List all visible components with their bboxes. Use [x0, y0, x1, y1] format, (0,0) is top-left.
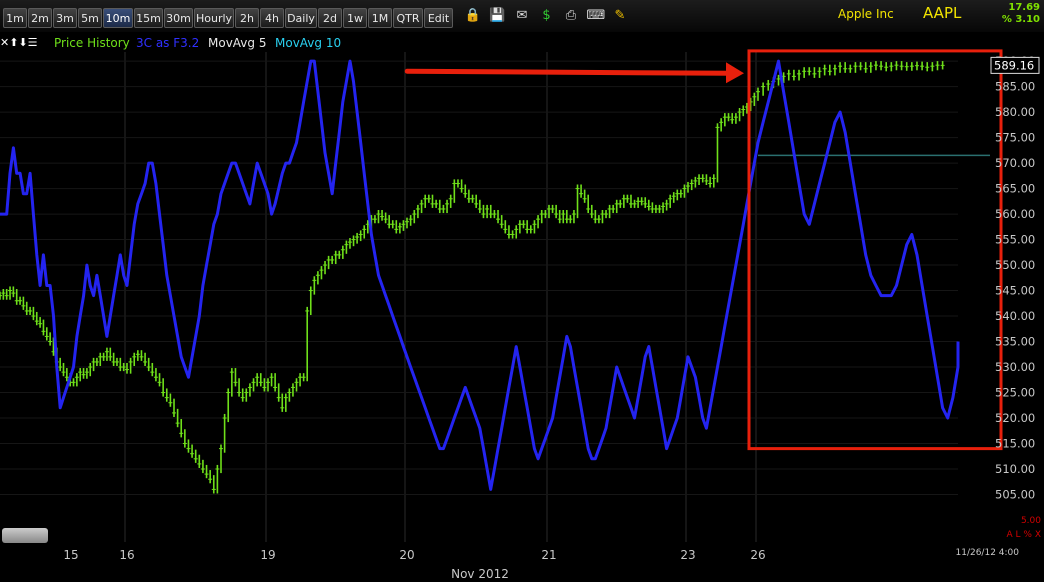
y-tick-label: 515.00: [995, 437, 1035, 451]
y-tick-label: 560.00: [995, 207, 1035, 221]
y-tick-label: 565.00: [995, 182, 1035, 196]
y-tick-label: 550.00: [995, 258, 1035, 272]
y-tick-label: 575.00: [995, 131, 1035, 145]
x-tick-label: 19: [260, 548, 275, 562]
x-tick-label: 15: [63, 548, 78, 562]
y-tick-label: 545.00: [995, 284, 1035, 298]
y-tick-label: 525.00: [995, 386, 1035, 400]
y-tick-label: 530.00: [995, 360, 1035, 374]
x-tick-label: 21: [541, 548, 556, 562]
last-price-label: 589.16: [994, 58, 1034, 72]
y-tick-label: 540.00: [995, 309, 1035, 323]
x-tick-label: 16: [119, 548, 134, 562]
indicator-line: [0, 59, 960, 491]
price-chart: 505.00 510.00 515.00 520.00 525.00 530.00 535.…: [0, 49, 1040, 581]
y-tick-label: 570.00: [995, 156, 1035, 170]
x-tick-label: 26: [750, 548, 765, 562]
annotation-arrow-head: [726, 62, 744, 84]
y-tick-label: 535.00: [995, 335, 1035, 349]
y-tick-label: 505.00: [995, 488, 1035, 502]
y-tick-label: 555.00: [995, 233, 1035, 247]
y-tick-label: 580.00: [995, 105, 1035, 119]
x-tick-label: 20: [399, 548, 414, 562]
y-tick-label: 585.00: [995, 80, 1035, 94]
y-tick-label: 520.00: [995, 411, 1035, 425]
annotation-arrow-shaft: [404, 68, 733, 76]
x-axis-month-label: Nov 2012: [451, 567, 509, 581]
y-tick-label: 510.00: [995, 462, 1035, 476]
last-datetime-label: 11/26/12 4:00: [956, 548, 1020, 558]
x-tick-label: 23: [680, 548, 695, 562]
scale-value: 5.00: [1020, 516, 1041, 526]
scale-markers[interactable]: A L % X: [1007, 530, 1041, 540]
scrollbar-handle[interactable]: [2, 528, 48, 543]
